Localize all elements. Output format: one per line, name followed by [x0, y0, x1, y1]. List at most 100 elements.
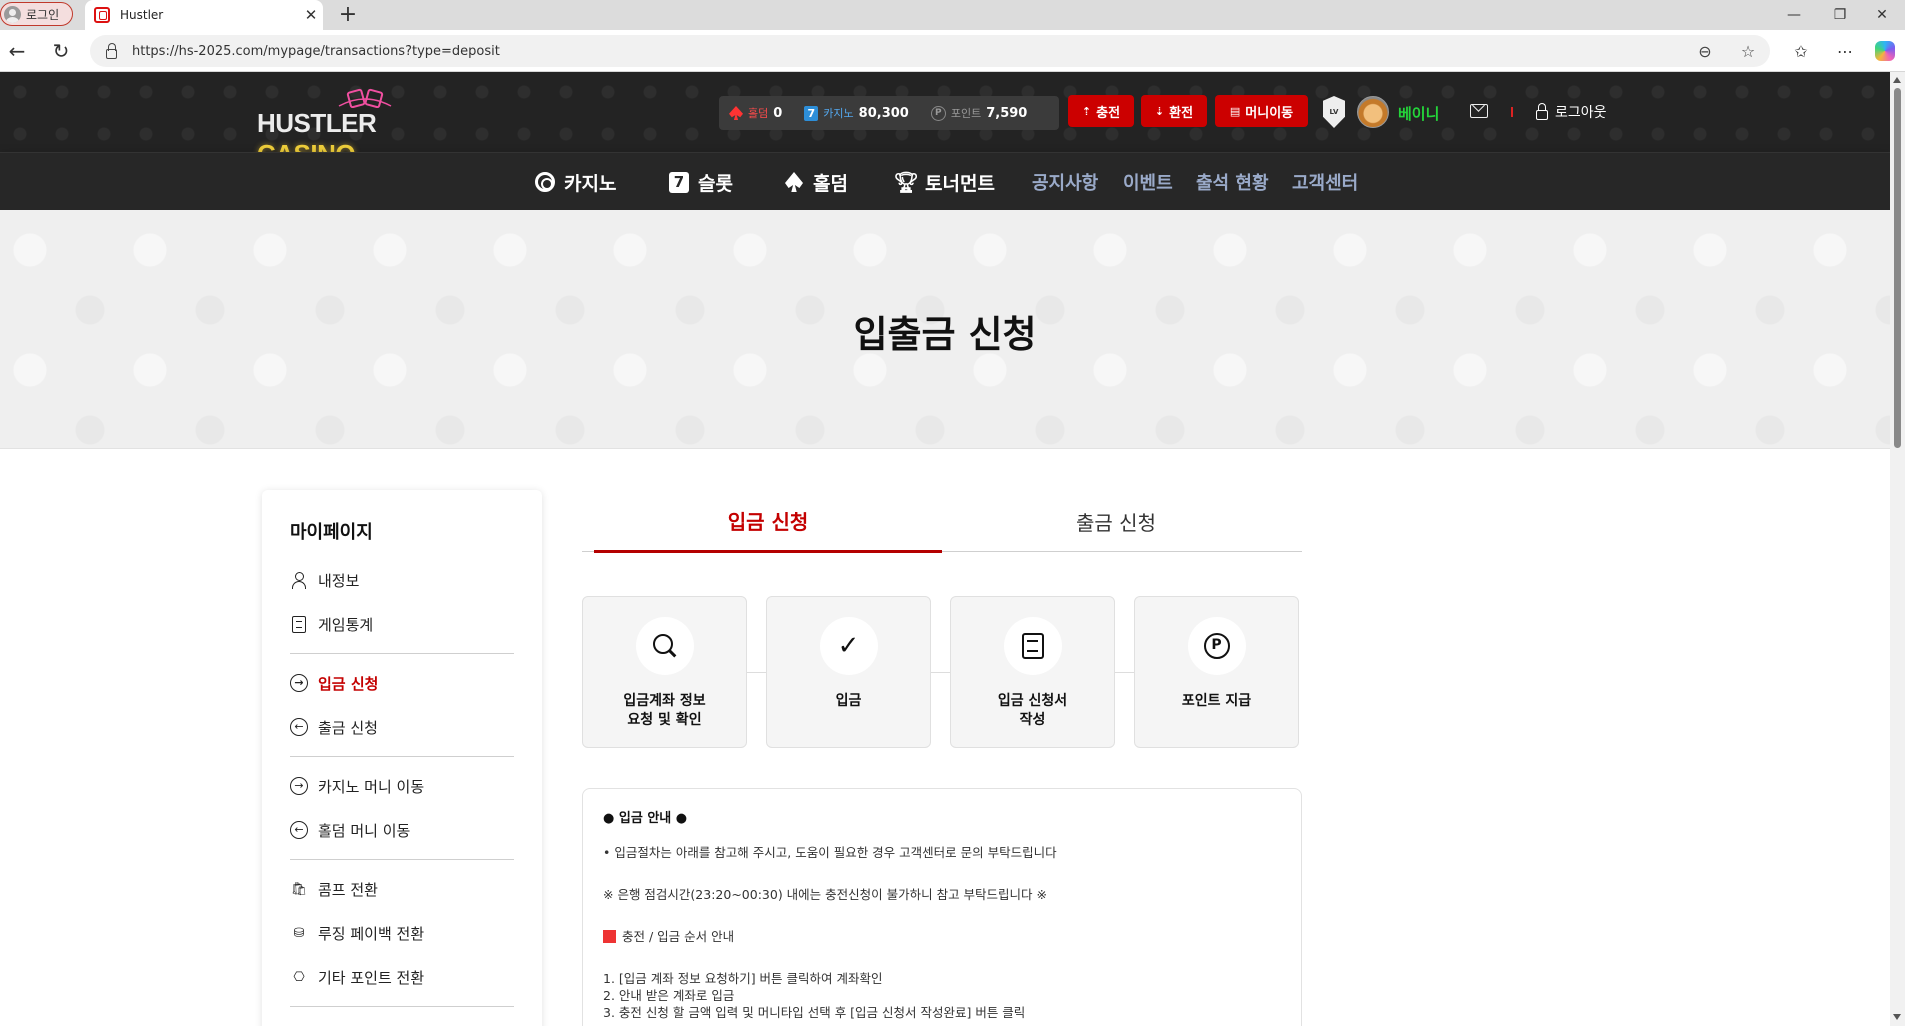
address-bar[interactable]: https://hs-2025.com/mypage/transactions?… — [90, 35, 1770, 67]
mypage-sidebar: 마이페이지 내정보 게임통계 → 입금 신청 ← 출금 신청 → 카지노 머니 … — [262, 490, 542, 1026]
nav-attendance[interactable]: 출석 현황 — [1196, 153, 1269, 211]
page-scrollbar[interactable] — [1890, 72, 1905, 1026]
logout-button[interactable]: 로그아웃 — [1536, 102, 1607, 122]
page-options-icon[interactable]: ⊖ — [1690, 35, 1720, 67]
nickname[interactable]: 베이니 — [1398, 103, 1439, 124]
sidebar-divider — [290, 859, 514, 860]
sidebar-item-holdem-money-move[interactable]: ← 홀덤 머니 이동 — [290, 808, 514, 852]
holdem-balance: 홀덤 0 — [729, 105, 782, 121]
browser-profile-button[interactable]: 로그인 — [0, 2, 73, 26]
lock-icon — [106, 43, 117, 59]
sidebar-divider — [290, 653, 514, 654]
sidebar-item-casino-money-move[interactable]: → 카지노 머니 이동 — [290, 764, 514, 808]
guide-step: 1. [입금 계좌 정보 요청하기] 버튼 클릭하여 계좌확인 — [603, 971, 883, 986]
money-move-button[interactable]: ▤ 머니이동 — [1215, 95, 1308, 127]
url-text[interactable]: https://hs-2025.com/mypage/transactions?… — [132, 44, 500, 59]
exchange-button[interactable]: ⇣ 환전 — [1141, 95, 1207, 127]
user-icon — [290, 571, 308, 589]
browser-tab-bar: 로그인 Hustler ✕ + — ❐ ✕ — [0, 0, 1905, 30]
spade-icon — [785, 172, 803, 192]
tab-title: Hustler — [120, 8, 164, 22]
minimize-icon[interactable]: — — [1771, 0, 1817, 30]
copilot-icon[interactable] — [1870, 36, 1900, 66]
document-icon — [290, 615, 308, 633]
sidebar-item-game-stats[interactable]: 게임통계 — [290, 602, 514, 646]
nav-slot[interactable]: 7 슬롯 — [668, 153, 733, 211]
slot-seven-icon: 7 — [669, 171, 689, 193]
point-coin-icon: P — [930, 105, 946, 121]
sidebar-item-other-points[interactable]: ⎔ 기타 포인트 전환 — [290, 955, 514, 999]
deposit-guide: ● 입금 안내 ● • 입금절차는 아래를 참고해 주시고, 도움이 필요한 경… — [582, 788, 1302, 1026]
casino-balance: 7 카지노 80,300 — [804, 105, 909, 121]
deposit-steps: 입금계좌 정보 요청 및 확인 ✓ 입금 입금 신청서 작성 P 포인트 지급 — [582, 596, 1302, 748]
sidebar-title: 마이페이지 — [290, 522, 373, 543]
scroll-thumb[interactable] — [1894, 88, 1901, 448]
avatar[interactable] — [1357, 96, 1389, 128]
sidebar-item-withdraw[interactable]: ← 출금 신청 — [290, 705, 514, 749]
nav-casino[interactable]: 카지노 — [534, 153, 616, 211]
back-arrow-icon[interactable]: ← — [2, 36, 32, 66]
sidebar-item-my-info[interactable]: 내정보 — [290, 558, 514, 602]
charge-button[interactable]: ⇡ 충전 — [1068, 95, 1134, 127]
header-divider — [1511, 107, 1513, 117]
main-content: 입금 신청 출금 신청 입금계좌 정보 요청 및 확인 ✓ 입금 입금 신청서 … — [582, 490, 1302, 1026]
casino-chip-icon — [535, 172, 555, 192]
check-icon: ✓ — [837, 631, 860, 661]
favorite-star-icon[interactable]: ☆ — [1733, 35, 1763, 67]
mail-icon[interactable] — [1470, 104, 1488, 118]
step-point-payment: P 포인트 지급 — [1134, 596, 1299, 748]
more-menu-icon[interactable]: ⋯ — [1830, 36, 1860, 66]
reload-icon[interactable]: ↻ — [46, 36, 76, 66]
coin-hand-icon: ⇡ — [1081, 104, 1092, 118]
site-favicon-icon — [94, 7, 110, 23]
guide-section-title: 충전 / 입금 순서 안내 — [603, 928, 1281, 945]
site-logo[interactable]: HUSTLER CASINO — [257, 86, 472, 169]
scroll-up-icon[interactable] — [1893, 77, 1901, 83]
spade-icon — [729, 106, 743, 120]
shopping-bag-icon: 🛍︎ — [290, 881, 308, 897]
browser-tab-active[interactable]: Hustler ✕ — [85, 0, 323, 30]
page-title: 입출금 신청 — [853, 313, 1037, 356]
scroll-down-icon[interactable] — [1893, 1014, 1901, 1020]
form-icon — [1021, 633, 1044, 659]
browser-toolbar: ← ↻ https://hs-2025.com/mypage/transacti… — [0, 30, 1905, 72]
arrow-left-circle-icon: ← — [290, 821, 308, 839]
arrow-right-circle-icon: → — [290, 777, 308, 795]
nav-support[interactable]: 고객센터 — [1292, 153, 1358, 211]
guide-line: • 입금절차는 아래를 참고해 주시고, 도움이 필요한 경우 고객센터로 문의… — [603, 845, 1057, 860]
restore-icon[interactable]: ❐ — [1817, 0, 1863, 30]
tab-withdraw[interactable]: 출금 신청 — [942, 490, 1290, 552]
sidebar-item-deposit[interactable]: → 입금 신청 — [290, 661, 514, 705]
search-icon — [652, 633, 678, 659]
step-request-account: 입금계좌 정보 요청 및 확인 — [582, 596, 747, 748]
nav-holdem[interactable]: 홀덤 — [783, 153, 848, 211]
main-nav: 카지노 7 슬롯 홀덤 🏆︎ 토너먼트 공지사항 이벤트 출석 현황 고객센터 — [0, 152, 1890, 210]
point-balance: P 포인트 7,590 — [930, 105, 1027, 121]
step-deposit: ✓ 입금 — [766, 596, 931, 748]
arrow-left-circle-icon: ← — [290, 718, 308, 736]
coin-hand-icon: ⇣ — [1154, 104, 1165, 118]
arrow-right-circle-icon: → — [290, 674, 308, 692]
transaction-tabs: 입금 신청 출금 신청 — [582, 490, 1302, 553]
coins-icon: ⛁ — [293, 925, 305, 941]
close-tab-icon[interactable]: ✕ — [299, 6, 323, 24]
sidebar-divider — [290, 1006, 514, 1007]
guide-title: ● 입금 안내 ● — [603, 811, 688, 826]
tab-deposit[interactable]: 입금 신청 — [594, 490, 942, 553]
sidebar-item-comp-convert[interactable]: 🛍︎ 콤프 전환 — [290, 867, 514, 911]
seven-icon: 7 — [804, 105, 819, 121]
lock-icon — [1536, 103, 1548, 120]
red-square-icon — [603, 930, 616, 943]
money-transfer-icon: ▤ — [1229, 104, 1241, 118]
new-tab-icon[interactable]: + — [335, 2, 361, 28]
step-write-form: 입금 신청서 작성 — [950, 596, 1115, 748]
window-close-icon[interactable]: ✕ — [1859, 0, 1905, 30]
guide-notice: ※ 은행 점검시간(23:20~00:30) 내에는 충전신청이 불가하니 참고… — [603, 887, 1048, 902]
nav-event[interactable]: 이벤트 — [1123, 153, 1173, 211]
favorites-list-icon[interactable]: ✩ — [1786, 36, 1816, 66]
sidebar-item-losing-payback[interactable]: ⛁ 루징 페이백 전환 — [290, 911, 514, 955]
guide-step: 3. 충전 신청 할 금액 입력 및 머니타입 선택 후 [입금 신청서 작성완… — [603, 1005, 1026, 1020]
nav-notice[interactable]: 공지사항 — [1032, 153, 1098, 211]
nav-tournament[interactable]: 🏆︎ 토너먼트 — [893, 153, 995, 211]
site-header: HUSTLER CASINO 홀덤 0 7 카지노 80,300 P 포인트 7… — [0, 72, 1890, 169]
